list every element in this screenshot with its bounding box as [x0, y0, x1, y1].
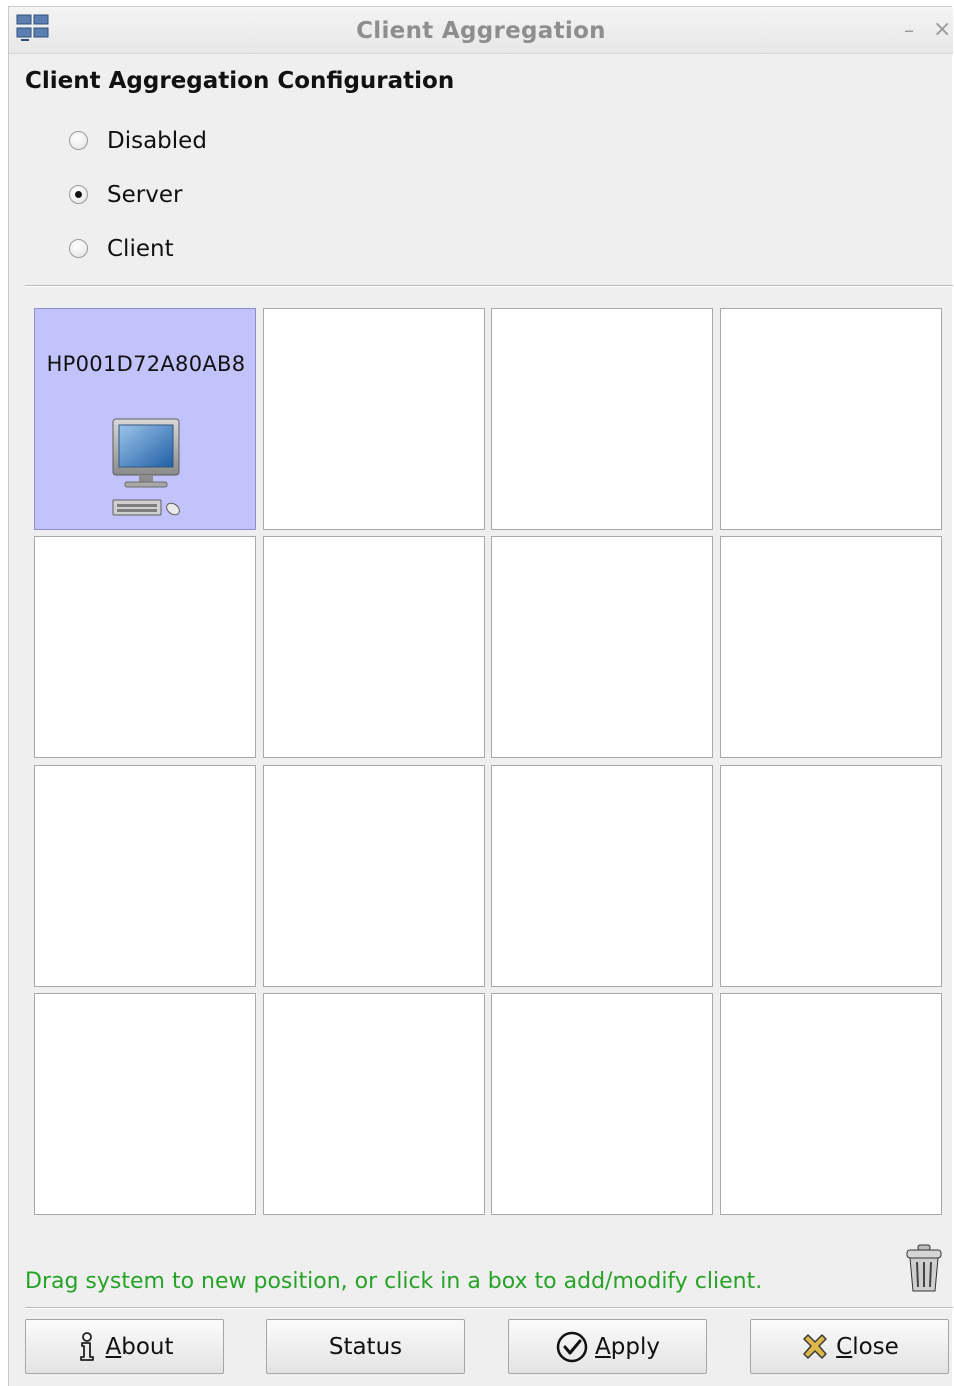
- grid-cell[interactable]: [720, 536, 942, 758]
- trash-can-icon[interactable]: [904, 1244, 944, 1298]
- apply-button-label: Apply: [595, 1333, 660, 1360]
- grid-cell[interactable]: [34, 536, 256, 758]
- computer-icon[interactable]: [109, 417, 185, 525]
- radio-disabled-label[interactable]: Disabled: [107, 128, 207, 154]
- close-x-icon: [800, 1332, 830, 1362]
- separator: [25, 285, 953, 287]
- grid-cell[interactable]: [34, 993, 256, 1215]
- about-button-label: About: [105, 1333, 174, 1360]
- grid-cell-occupied[interactable]: HP001D72A80AB8: [34, 308, 256, 530]
- apply-button[interactable]: Apply: [508, 1319, 707, 1374]
- grid-cell[interactable]: [491, 765, 713, 987]
- radio-client-circle[interactable]: [69, 239, 88, 258]
- grid-cell[interactable]: [263, 993, 485, 1215]
- instruction-hint: Drag system to new position, or click in…: [25, 1269, 763, 1294]
- client-name: HP001D72A80AB8: [46, 352, 246, 376]
- radio-disabled-circle[interactable]: [69, 131, 88, 150]
- minimize-button[interactable]: –: [904, 18, 914, 42]
- title-bar[interactable]: Client Aggregation – ×: [9, 7, 953, 54]
- about-button[interactable]: About: [25, 1319, 224, 1374]
- radio-server-circle[interactable]: [69, 185, 88, 204]
- grid-cell[interactable]: [34, 765, 256, 987]
- window-title: Client Aggregation: [356, 18, 606, 44]
- grid-cell[interactable]: [720, 765, 942, 987]
- window-close-button[interactable]: ×: [933, 17, 951, 42]
- status-button[interactable]: Status: [266, 1319, 465, 1374]
- grid-cell[interactable]: [491, 993, 713, 1215]
- client-aggregation-window: Client Aggregation – × Client Aggregatio…: [8, 6, 953, 1386]
- section-heading: Client Aggregation Configuration: [25, 68, 455, 94]
- close-button[interactable]: Close: [750, 1319, 949, 1374]
- grid-cell[interactable]: [720, 993, 942, 1215]
- radio-selected-dot: [75, 191, 82, 198]
- grid-cell[interactable]: [263, 765, 485, 987]
- info-person-icon: [75, 1331, 99, 1362]
- grid-cell[interactable]: [491, 308, 713, 530]
- status-button-label: Status: [328, 1333, 403, 1360]
- grid-cell[interactable]: [720, 308, 942, 530]
- button-separator: [25, 1307, 953, 1309]
- close-button-label: Close: [836, 1333, 899, 1360]
- checkmark-circle-icon: [555, 1330, 589, 1364]
- radio-client-label[interactable]: Client: [107, 236, 174, 262]
- radio-server-label[interactable]: Server: [107, 182, 182, 208]
- grid-cell[interactable]: [491, 536, 713, 758]
- grid-cell[interactable]: [263, 536, 485, 758]
- grid-cell[interactable]: [263, 308, 485, 530]
